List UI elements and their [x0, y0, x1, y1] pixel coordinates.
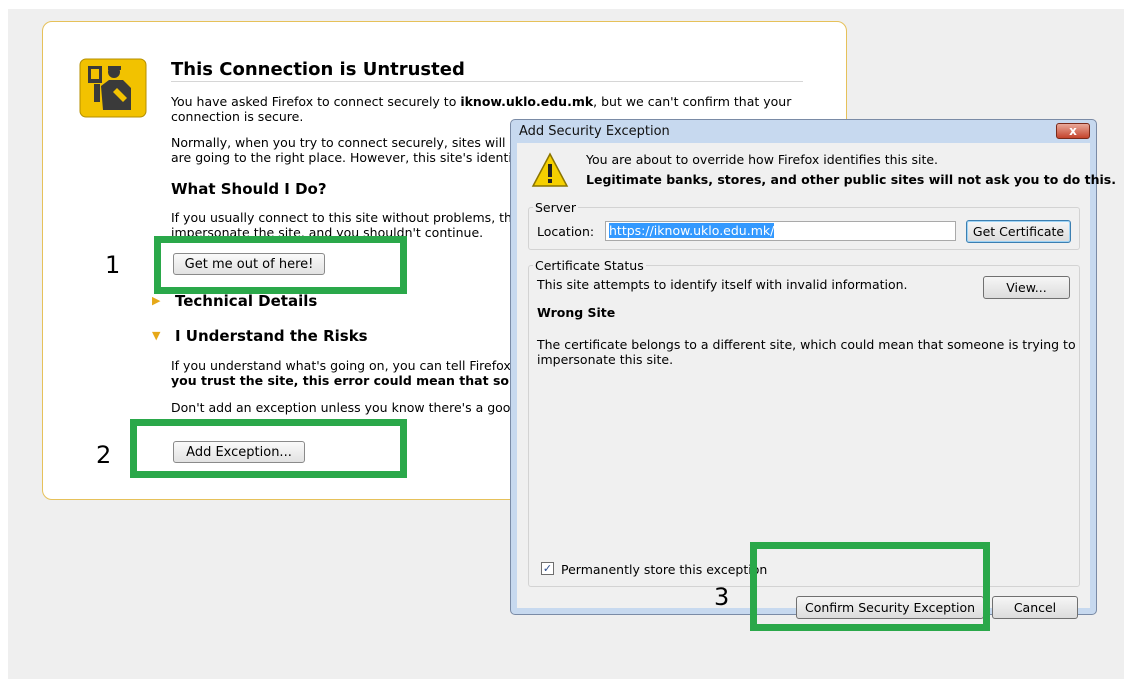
step3-highlight	[750, 542, 990, 631]
cancel-button[interactable]: Cancel	[992, 596, 1078, 619]
understand-line1: If you understand what's going on, you c…	[171, 358, 520, 373]
dialog-title: Add Security Exception	[519, 124, 670, 139]
server-legend: Server	[533, 200, 578, 215]
step3-number: 3	[714, 583, 730, 611]
step1-highlight	[154, 236, 407, 294]
location-input[interactable]: https://iknow.uklo.edu.mk/	[605, 221, 956, 241]
view-button[interactable]: View...	[983, 276, 1070, 299]
dialog-body: You are about to override how Firefox id…	[517, 143, 1116, 619]
technical-details-toggle[interactable]: Technical Details	[175, 292, 317, 310]
intro-line2: connection is secure.	[171, 109, 304, 124]
dont-add-line1: Don't add an exception unless you know t…	[171, 400, 519, 415]
wrong-site-line1: The certificate belongs to a different s…	[537, 337, 1076, 352]
page-title: This Connection is Untrusted	[171, 59, 465, 80]
get-certificate-button[interactable]: Get Certificate	[966, 220, 1071, 243]
warning-line1: You are about to override how Firefox id…	[586, 152, 939, 167]
warning-icon	[531, 152, 569, 187]
close-icon[interactable]: x	[1056, 123, 1090, 139]
add-security-exception-dialog: Add Security Exception x You are about t…	[510, 119, 1116, 619]
step2-number: 2	[96, 441, 112, 469]
step1-number: 1	[105, 251, 121, 279]
warning-line2: Legitimate banks, stores, and other publ…	[586, 172, 1116, 187]
understand-risks-toggle[interactable]: I Understand the Risks	[175, 327, 368, 345]
permanently-store-label[interactable]: Permanently store this exception	[561, 562, 767, 577]
location-value: https://iknow.uklo.edu.mk/	[609, 223, 775, 238]
intro-host: iknow.uklo.edu.mk	[460, 94, 594, 109]
normally-line2: are going to the right place. However, t…	[171, 150, 525, 165]
location-label: Location:	[537, 224, 595, 239]
wrong-site-heading: Wrong Site	[537, 305, 616, 320]
step2-highlight	[130, 419, 407, 478]
police-officer-icon	[79, 58, 147, 118]
certificate-status-legend: Certificate Status	[533, 258, 646, 273]
intro-prefix: You have asked Firefox to connect secure…	[171, 94, 461, 109]
permanently-store-checkbox[interactable]: ✓	[541, 562, 554, 575]
usually-line1: If you usually connect to this site with…	[171, 210, 516, 225]
collapse-arrow-icon[interactable]: ▼	[152, 329, 160, 342]
understand-line2: you trust the site, this error could mea…	[171, 373, 548, 388]
normally-line1: Normally, when you try to connect secure…	[171, 135, 518, 150]
wrong-site-line2: impersonate this site.	[537, 352, 674, 367]
intro-suffix: , but we can't confirm that your	[593, 94, 792, 109]
title-divider	[171, 81, 803, 82]
what-should-heading: What Should I Do?	[171, 180, 327, 198]
status-text: This site attempts to identify itself wi…	[537, 277, 908, 292]
expand-arrow-icon[interactable]: ▶	[152, 294, 160, 307]
